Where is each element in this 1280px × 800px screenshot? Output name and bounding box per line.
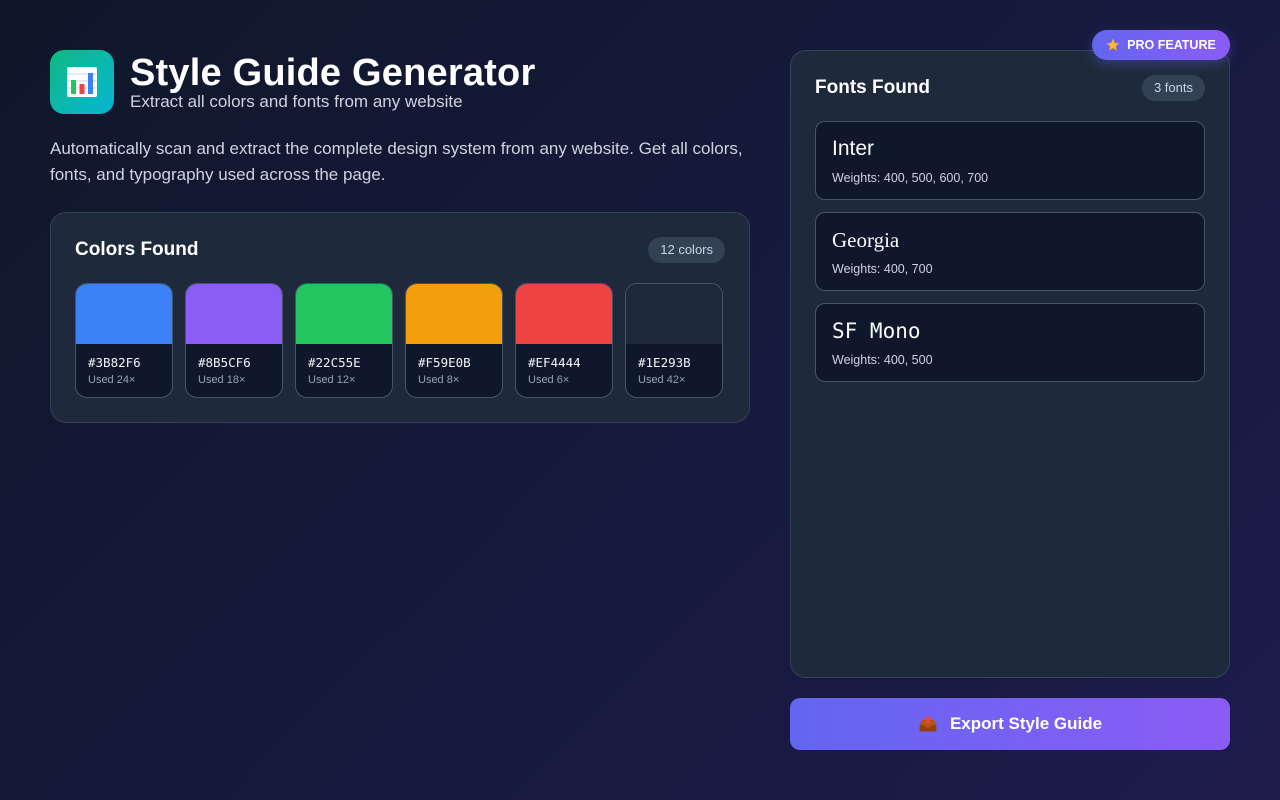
swatch-hex: #22C55E	[308, 355, 361, 370]
export-button-label: Export Style Guide	[949, 714, 1103, 733]
swatch-hex: #F59E0B	[418, 355, 471, 370]
swatch-color-block	[516, 284, 612, 344]
app-header: Style Guide Generator Extract all colors…	[50, 50, 750, 114]
swatch-hex: #3B82F6	[88, 355, 141, 370]
fonts-card-title: Fonts Found	[815, 77, 931, 98]
font-weights: Weights: 400, 500, 600, 700	[832, 171, 989, 185]
swatch-info: #1E293B Used 42×	[626, 344, 722, 397]
font-list: Inter Weights: 400, 500, 600, 700 Georgi…	[815, 121, 1205, 382]
pro-feature-badge: PRO FEATURE	[1092, 30, 1230, 60]
color-swatch[interactable]: #8B5CF6 Used 18×	[185, 283, 283, 398]
pro-feature-label: PRO FEATURE	[1127, 38, 1216, 52]
color-swatch[interactable]: #3B82F6 Used 24×	[75, 283, 173, 398]
color-swatch[interactable]: #F59E0B Used 8×	[405, 283, 503, 398]
swatch-color-block	[406, 284, 502, 344]
swatch-hex: #8B5CF6	[198, 355, 251, 370]
outbox-tray-icon	[918, 714, 938, 734]
color-swatch-list: #3B82F6 Used 24× #8B5CF6 Used 18× #22C55…	[75, 283, 725, 398]
page-title: Style Guide Generator	[130, 52, 536, 94]
fonts-card: Fonts Found 3 fonts Inter Weights: 400, …	[790, 50, 1230, 678]
font-item[interactable]: Inter Weights: 400, 500, 600, 700	[815, 121, 1205, 200]
swatch-hex: #1E293B	[638, 355, 691, 370]
color-swatch[interactable]: #1E293B Used 42×	[625, 283, 723, 398]
font-item[interactable]: SF Mono Weights: 400, 500	[815, 303, 1205, 382]
colors-count-badge: 12 colors	[648, 237, 725, 263]
swatch-hex: #EF4444	[528, 355, 581, 370]
export-style-guide-button[interactable]: Export Style Guide	[790, 698, 1230, 750]
page-description: Automatically scan and extract the compl…	[50, 139, 743, 184]
swatch-usage: Used 42×	[638, 374, 686, 386]
bar-chart-icon	[50, 50, 114, 114]
swatch-usage: Used 24×	[88, 374, 136, 386]
font-name: SF Mono	[832, 319, 921, 343]
swatch-info: #F59E0B Used 8×	[406, 344, 502, 397]
swatch-usage: Used 12×	[308, 374, 356, 386]
swatch-usage: Used 18×	[198, 374, 246, 386]
font-item[interactable]: Georgia Weights: 400, 700	[815, 212, 1205, 291]
swatch-info: #8B5CF6 Used 18×	[186, 344, 282, 397]
swatch-usage: Used 8×	[418, 374, 460, 386]
font-weights: Weights: 400, 700	[832, 262, 933, 276]
font-name: Inter	[832, 137, 875, 160]
fonts-card-header: Fonts Found 3 fonts	[815, 75, 1205, 101]
font-weights: Weights: 400, 500	[832, 353, 933, 367]
colors-card-title: Colors Found	[75, 239, 199, 260]
colors-card: Colors Found 12 colors #3B82F6 Used 24× …	[50, 212, 750, 423]
swatch-info: #22C55E Used 12×	[296, 344, 392, 397]
fonts-count-badge: 3 fonts	[1141, 75, 1205, 101]
swatch-color-block	[186, 284, 282, 344]
star-icon	[1106, 38, 1120, 52]
left-column: Style Guide Generator Extract all colors…	[50, 50, 750, 423]
swatch-info: #EF4444 Used 6×	[516, 344, 612, 397]
title-group: Style Guide Generator Extract all colors…	[130, 50, 535, 112]
color-swatch[interactable]: #EF4444 Used 6×	[515, 283, 613, 398]
swatch-color-block	[296, 284, 392, 344]
swatch-color-block	[626, 284, 722, 344]
colors-card-header: Colors Found 12 colors	[75, 237, 725, 263]
swatch-info: #3B82F6 Used 24×	[76, 344, 172, 397]
font-name: Georgia	[832, 228, 900, 252]
swatch-color-block	[76, 284, 172, 344]
swatch-usage: Used 6×	[528, 374, 570, 386]
color-swatch[interactable]: #22C55E Used 12×	[295, 283, 393, 398]
